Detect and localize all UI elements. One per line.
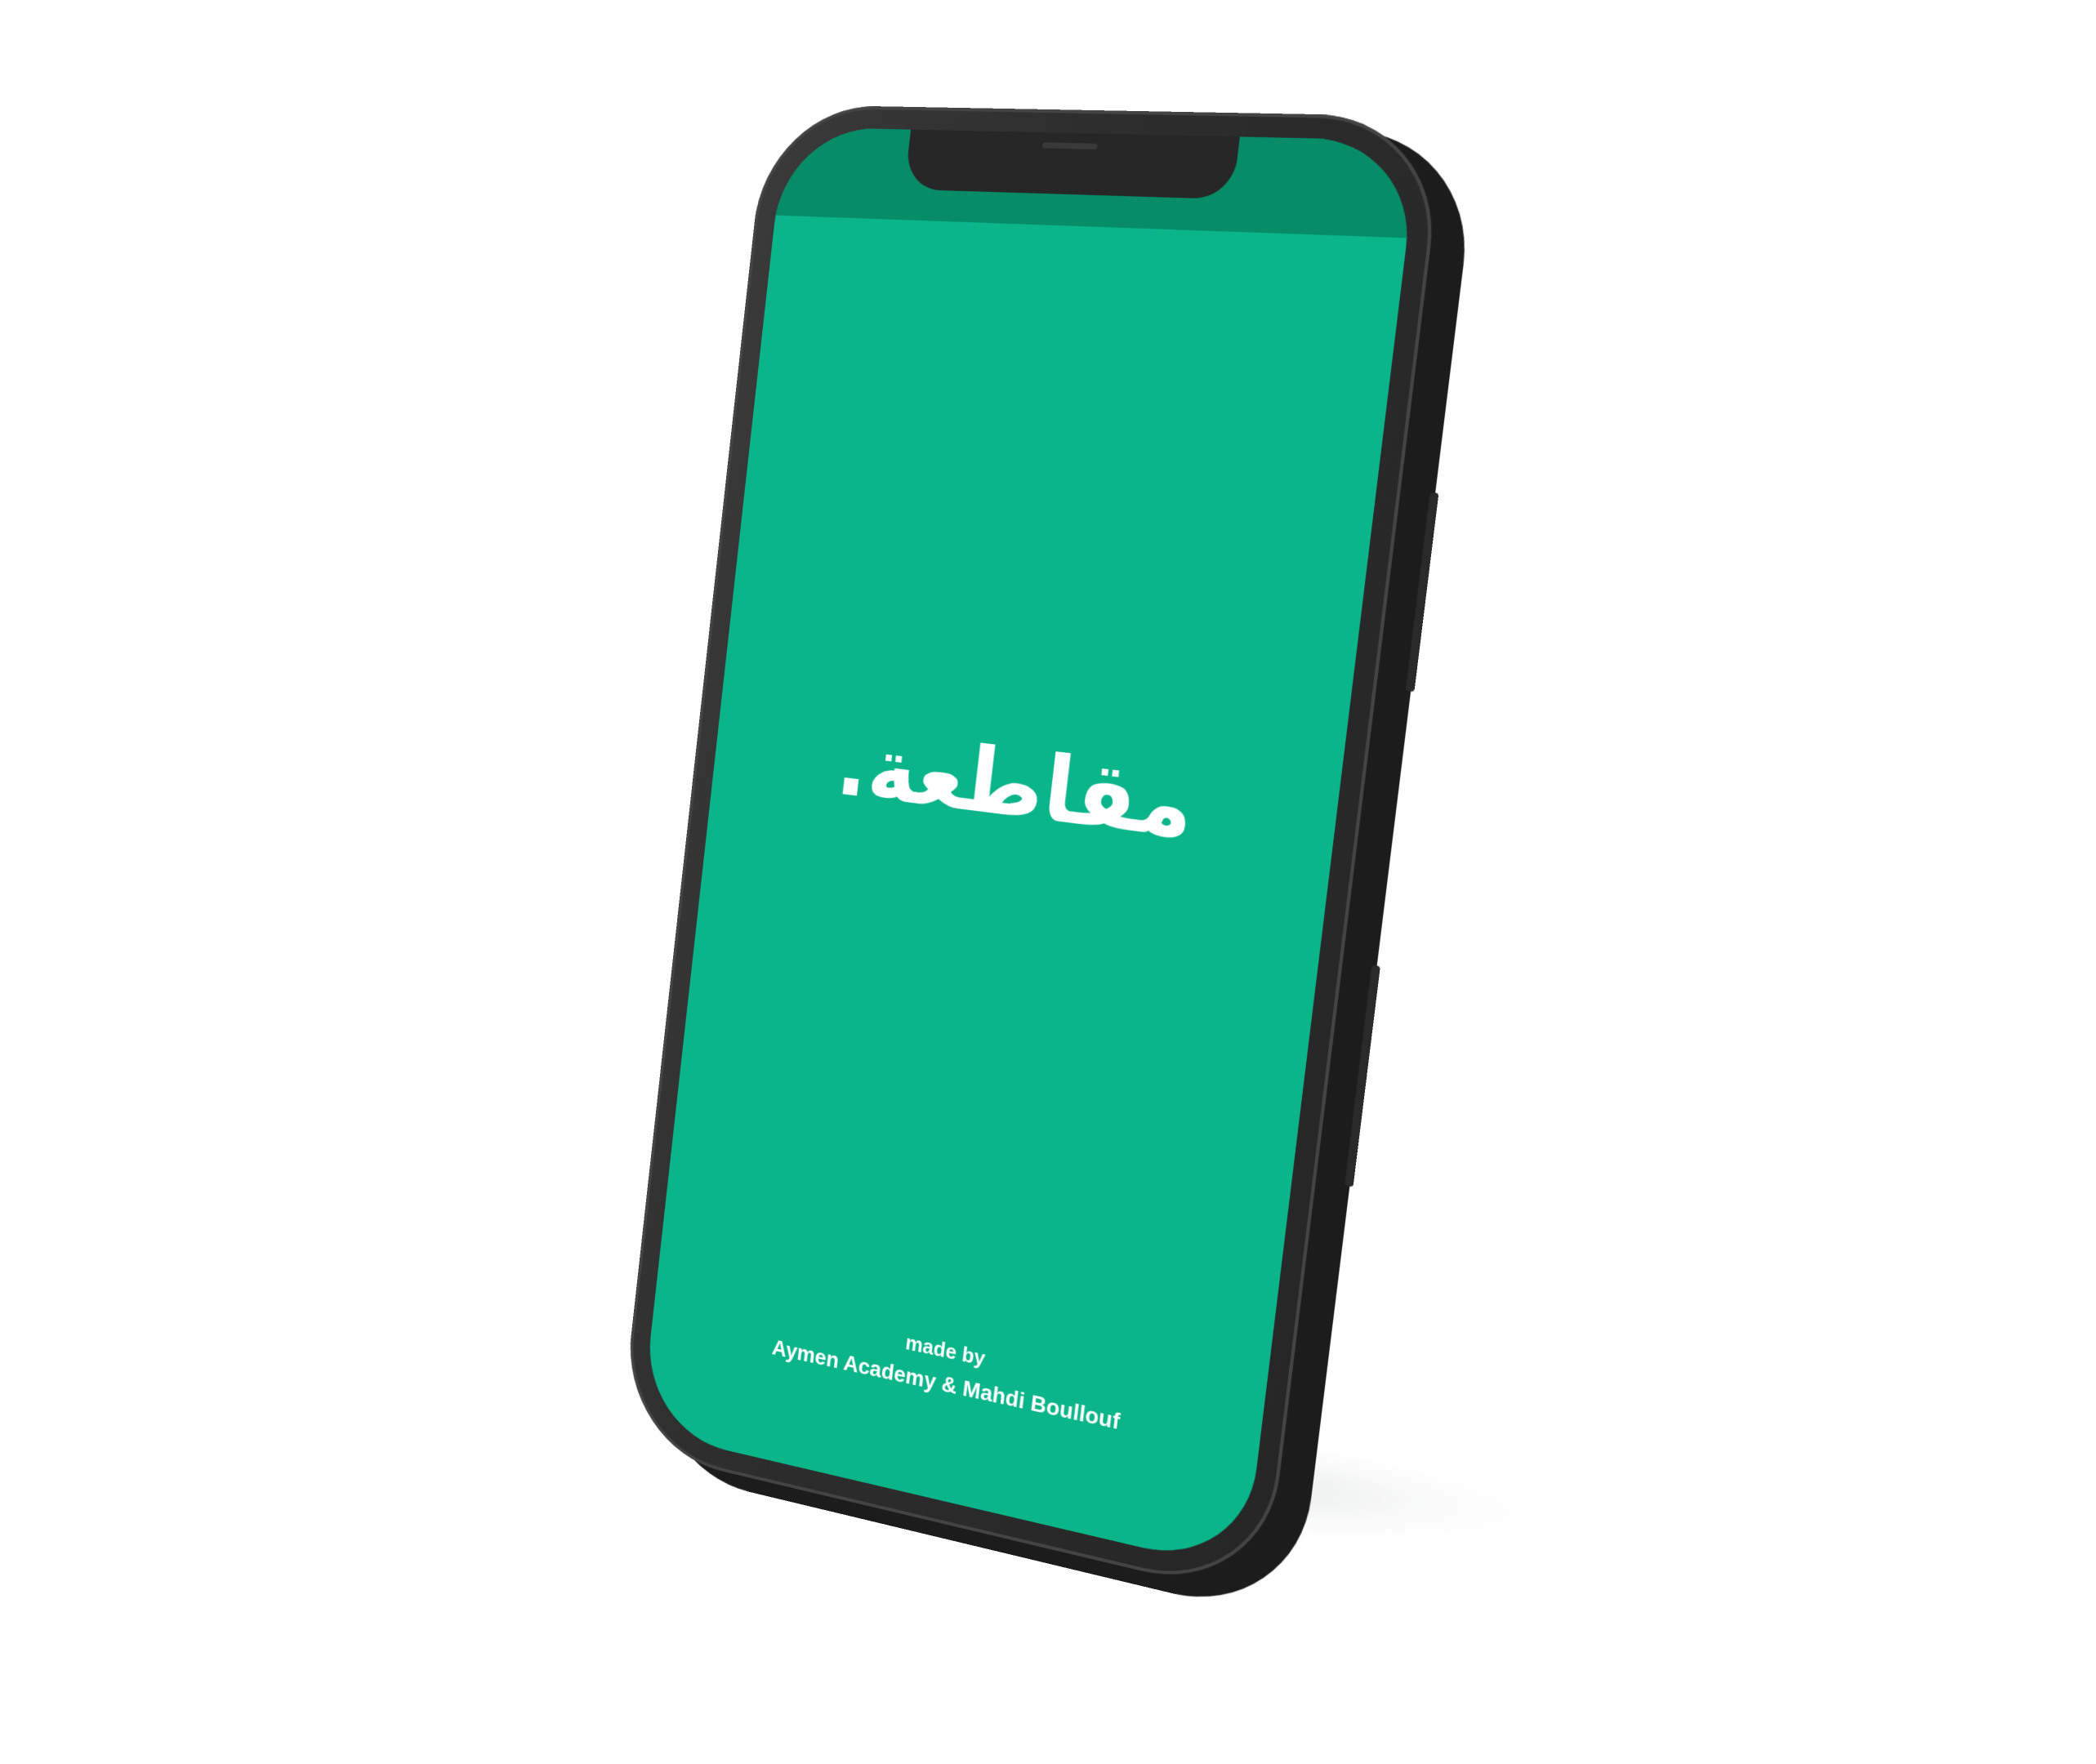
- app-logo: مقاطعة.: [832, 712, 1201, 859]
- credits: made by Aymen Academy & Mahdi Boullouf: [650, 1274, 1264, 1470]
- notch: [904, 130, 1240, 200]
- logo-container: مقاطعة.: [711, 698, 1342, 878]
- speaker-grille: [1042, 142, 1098, 149]
- mockup-scene: مقاطعة. made by Aymen Academy & Mahdi Bo…: [0, 0, 2096, 1764]
- phone-device: مقاطعة. made by Aymen Academy & Mahdi Bo…: [618, 105, 1482, 1624]
